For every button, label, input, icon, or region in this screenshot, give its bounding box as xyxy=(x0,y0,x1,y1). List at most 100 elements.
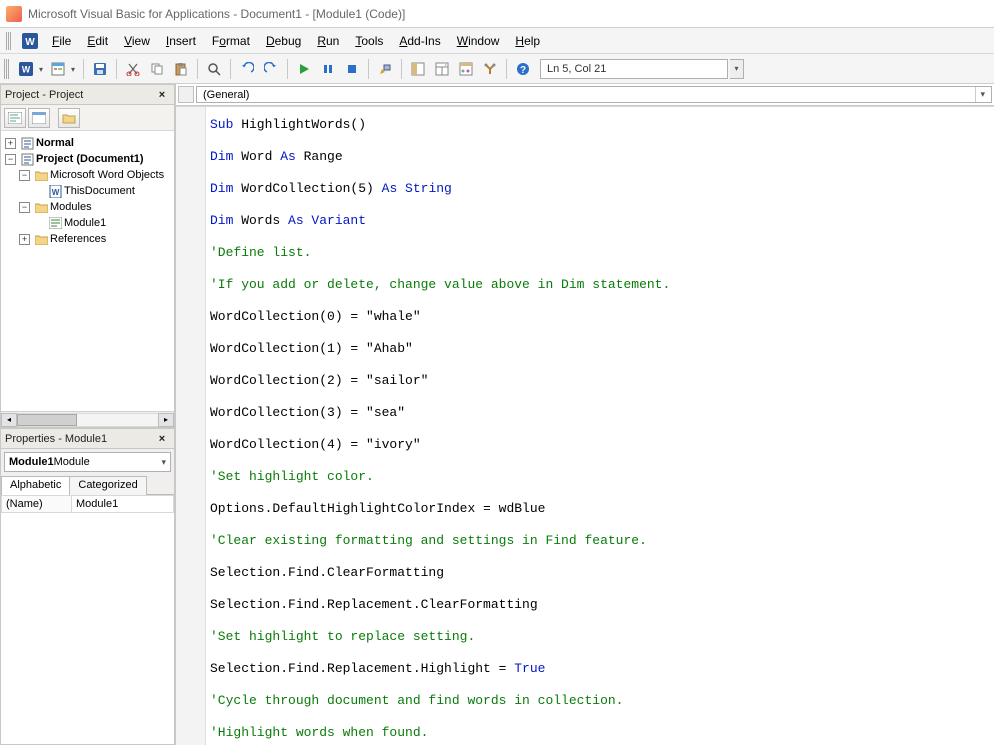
design-mode-button[interactable] xyxy=(374,58,396,80)
tree-label-thisdoc: ThisDocument xyxy=(64,183,135,199)
project-hscrollbar[interactable]: ◂ ▸ xyxy=(1,411,174,427)
view-word-button[interactable]: W xyxy=(16,58,46,80)
properties-window-button[interactable] xyxy=(431,58,453,80)
cut-button[interactable] xyxy=(122,58,144,80)
document-icon: W xyxy=(48,184,62,198)
save-button[interactable] xyxy=(89,58,111,80)
toggle-folders-button[interactable] xyxy=(58,108,80,128)
object-combo-label: (General) xyxy=(203,89,249,101)
menubar-grip-icon xyxy=(6,32,12,50)
folder-icon xyxy=(34,200,48,214)
scroll-left-icon[interactable]: ◂ xyxy=(1,413,17,427)
svg-text:?: ? xyxy=(520,65,526,76)
menubar: W File Edit View Insert Format Debug Run… xyxy=(0,28,994,54)
tab-alphabetic[interactable]: Alphabetic xyxy=(1,476,70,495)
tree-label-project: Project (Document1) xyxy=(36,151,144,167)
project-pane-title: Project - Project × xyxy=(1,85,174,105)
expand-icon[interactable]: + xyxy=(19,234,30,245)
undo-button[interactable] xyxy=(236,58,258,80)
workspace: Project - Project × + Normal xyxy=(0,84,994,745)
run-button[interactable] xyxy=(293,58,315,80)
project-tree[interactable]: + Normal − Project (Document1) xyxy=(1,131,174,411)
toolbar-separator xyxy=(197,59,198,79)
scroll-thumb[interactable] xyxy=(17,414,77,426)
properties-title-label: Properties - Module1 xyxy=(5,433,107,445)
svg-text:W: W xyxy=(25,37,35,48)
tree-node-normal[interactable]: + Normal xyxy=(5,135,172,151)
scroll-track[interactable] xyxy=(17,413,158,427)
tab-categorized[interactable]: Categorized xyxy=(69,476,146,495)
menu-format[interactable]: Format xyxy=(204,31,258,51)
tree-node-thisdocument[interactable]: W ThisDocument xyxy=(33,183,172,199)
menu-tools[interactable]: Tools xyxy=(347,31,391,51)
reset-button[interactable] xyxy=(341,58,363,80)
tree-node-project[interactable]: − Project (Document1) xyxy=(5,151,172,167)
tree-node-module1[interactable]: Module1 xyxy=(33,215,172,231)
tree-node-modules[interactable]: − Modules xyxy=(19,199,172,215)
cursor-position-box: Ln 5, Col 21 xyxy=(540,59,728,79)
toolbox-button[interactable] xyxy=(479,58,501,80)
copy-button[interactable] xyxy=(146,58,168,80)
property-row[interactable]: (Name) Module1 xyxy=(2,496,174,513)
paste-button[interactable] xyxy=(170,58,192,80)
close-icon[interactable]: × xyxy=(154,87,170,103)
toolbar-separator xyxy=(506,59,507,79)
toolbar-separator xyxy=(287,59,288,79)
close-icon[interactable]: × xyxy=(154,431,170,447)
properties-grid[interactable]: (Name) Module1 xyxy=(1,495,174,744)
tree-node-word-objects[interactable]: − Microsoft Word Objects xyxy=(19,167,172,183)
menu-file[interactable]: File xyxy=(44,31,79,51)
tree-label-references: References xyxy=(50,231,106,247)
menu-addins[interactable]: Add-Ins xyxy=(391,31,448,51)
help-button[interactable]: ? xyxy=(512,58,534,80)
tree-node-references[interactable]: + References xyxy=(19,231,172,247)
chevron-down-icon: ▾ xyxy=(975,87,985,102)
collapse-icon[interactable]: − xyxy=(19,202,30,213)
status-dropdown-icon[interactable]: ▾ xyxy=(730,59,744,79)
project-icon xyxy=(20,152,34,166)
scroll-right-icon[interactable]: ▸ xyxy=(158,413,174,427)
menu-run[interactable]: Run xyxy=(309,31,347,51)
menu-view[interactable]: View xyxy=(116,31,158,51)
chevron-down-icon: ▾ xyxy=(161,457,166,468)
object-browser-button[interactable] xyxy=(455,58,477,80)
project-explorer-pane: Project - Project × + Normal xyxy=(0,84,175,428)
titlebar: Microsoft Visual Basic for Applications … xyxy=(0,0,994,28)
insert-object-button[interactable] xyxy=(48,58,78,80)
menu-edit[interactable]: Edit xyxy=(79,31,116,51)
app-icon xyxy=(6,6,22,22)
combo-text-rest: Module xyxy=(54,456,90,468)
property-value[interactable]: Module1 xyxy=(72,496,174,513)
toolbar-separator xyxy=(230,59,231,79)
editor-gutter-corner xyxy=(178,86,194,103)
find-button[interactable] xyxy=(203,58,225,80)
menu-help[interactable]: Help xyxy=(507,31,548,51)
cursor-position-label: Ln 5, Col 21 xyxy=(547,63,606,75)
collapse-icon[interactable]: − xyxy=(19,170,30,181)
editor-header: (General) ▾ xyxy=(176,84,994,106)
menu-window[interactable]: Window xyxy=(449,31,508,51)
code-editor-area: (General) ▾ Sub HighlightWords() Dim Wor… xyxy=(176,84,994,745)
code-margin[interactable] xyxy=(176,107,206,745)
word-app-icon[interactable]: W xyxy=(22,33,38,49)
menu-debug[interactable]: Debug xyxy=(258,31,309,51)
expand-icon[interactable]: + xyxy=(5,138,16,149)
project-pane-title-label: Project - Project xyxy=(5,89,83,101)
code-editor[interactable]: Sub HighlightWords() Dim Word As Range D… xyxy=(206,107,994,745)
view-code-button[interactable] xyxy=(4,108,26,128)
tree-label-module1: Module1 xyxy=(64,215,106,231)
project-explorer-button[interactable] xyxy=(407,58,429,80)
object-combo[interactable]: (General) ▾ xyxy=(196,86,992,103)
project-toolbar xyxy=(1,105,174,131)
redo-button[interactable] xyxy=(260,58,282,80)
menu-insert[interactable]: Insert xyxy=(158,31,204,51)
break-button[interactable] xyxy=(317,58,339,80)
view-object-button[interactable] xyxy=(28,108,50,128)
combo-text-bold: Module1 xyxy=(9,456,54,468)
properties-pane: Properties - Module1 × Module1 Module ▾ … xyxy=(0,428,175,745)
properties-object-combo[interactable]: Module1 Module ▾ xyxy=(4,452,171,472)
left-column: Project - Project × + Normal xyxy=(0,84,176,745)
properties-pane-title: Properties - Module1 × xyxy=(1,429,174,449)
folder-icon xyxy=(34,232,48,246)
collapse-icon[interactable]: − xyxy=(5,154,16,165)
